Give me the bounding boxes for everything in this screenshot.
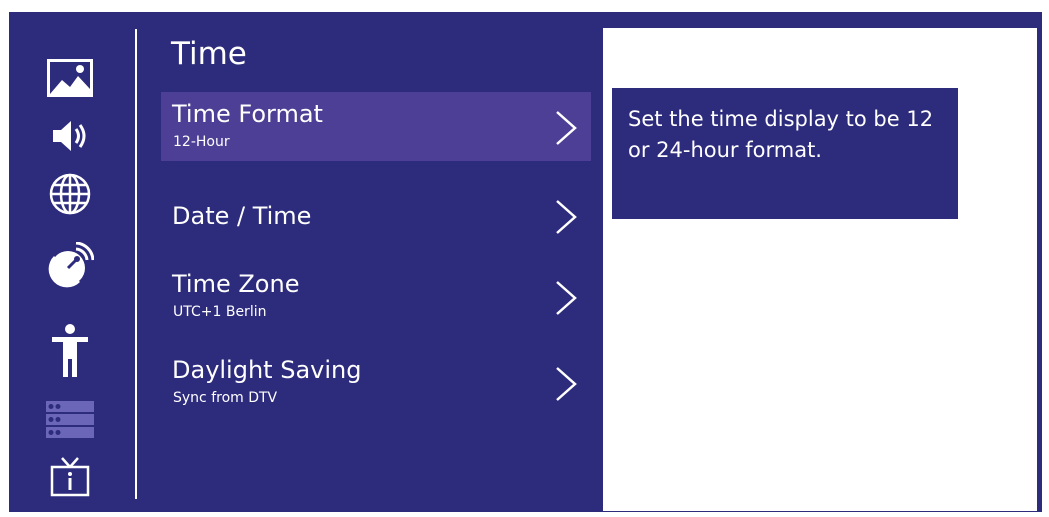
channel-list-icon[interactable] xyxy=(46,396,94,444)
chevron-right-icon xyxy=(556,200,577,234)
menu-item-value: 12-Hour xyxy=(173,134,230,150)
menu-item-daylight-saving[interactable]: Daylight Saving Sync from DTV xyxy=(161,348,591,417)
picture-icon[interactable] xyxy=(46,54,94,102)
page-title: Time xyxy=(171,36,247,72)
menu-item-date-time[interactable]: Date / Time xyxy=(161,181,591,250)
menu-item-value: Sync from DTV xyxy=(173,390,278,406)
menu-item-time-zone[interactable]: Time Zone UTC+1 Berlin xyxy=(161,262,591,331)
help-panel: Set the time display to be 12 or 24-hour… xyxy=(603,28,1037,511)
menu-item-label: Daylight Saving xyxy=(172,356,362,384)
settings-menu: Time Time Format 12-Hour Date / Time Tim… xyxy=(9,12,1042,512)
accessibility-icon[interactable] xyxy=(46,322,94,380)
chevron-right-icon xyxy=(556,281,577,315)
menu-item-time-format[interactable]: Time Format 12-Hour xyxy=(161,92,591,161)
menu-item-label: Date / Time xyxy=(172,202,312,230)
chevron-right-icon xyxy=(556,367,577,401)
sound-icon[interactable] xyxy=(46,112,94,160)
network-icon[interactable] xyxy=(46,170,94,218)
tv-info-icon[interactable] xyxy=(46,452,94,500)
menu-item-label: Time Zone xyxy=(172,270,300,298)
satellite-icon[interactable] xyxy=(46,242,94,290)
chevron-right-icon xyxy=(556,111,577,145)
sidebar-divider xyxy=(135,29,137,499)
menu-item-value: UTC+1 Berlin xyxy=(173,304,267,320)
category-sidebar xyxy=(9,12,135,512)
menu-item-label: Time Format xyxy=(172,100,323,128)
help-text: Set the time display to be 12 or 24-hour… xyxy=(612,88,958,219)
